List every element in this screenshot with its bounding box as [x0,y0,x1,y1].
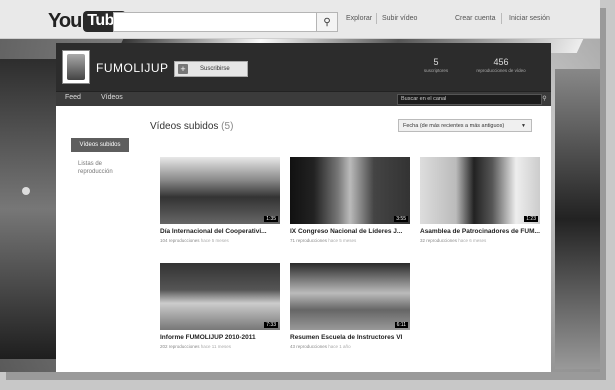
stat-value: 5 [433,57,439,67]
upload-age: hace 11 meses [200,344,231,349]
tab-videos[interactable]: Vídeos [101,94,123,101]
top-bar: You Tube ⚲ Explorar Subir vídeo Crear cu… [0,0,600,39]
search-button[interactable]: ⚲ [316,12,338,32]
duration-badge: 1:35 [264,216,278,222]
sort-dropdown[interactable]: Fecha (de más recientes a más antiguos) … [398,119,532,132]
upload-age: hace 5 meses [200,238,229,243]
video-item[interactable]: 6:11 Resumen Escuela de Instructores VI … [290,263,410,349]
video-title[interactable]: Informe FUMOLIJUP 2010-2011 [160,334,280,342]
upload-age: hace 5 meses [328,238,357,243]
upload-link[interactable]: Subir vídeo [382,15,417,22]
section-title-text: Vídeos subidos [150,121,219,132]
video-meta: 202 reproducciones hace 11 meses [160,344,280,349]
view-count: 32 reproducciones [420,238,458,243]
video-item[interactable]: 1:23 Asamblea de Patrocinadores de FUM..… [420,157,540,243]
channel-avatar[interactable] [62,50,90,84]
view-count: 71 reproducciones [290,238,328,243]
duration-badge: 3:55 [394,216,408,222]
view-count: 104 reproducciones [160,238,200,243]
sidebar-item-playlists[interactable]: Listas de reproducción [78,160,133,176]
logo-you-text: You [48,10,82,32]
video-title[interactable]: IX Congreso Nacional de Líderes J... [290,228,410,236]
video-item[interactable]: 1:35 Día Internacional del Cooperativi..… [160,157,280,243]
search-input[interactable] [113,12,319,32]
views-stat: 456 reproducciones de vídeo [466,57,536,73]
video-count: (5) [221,121,234,132]
search-icon[interactable]: ⚲ [540,94,549,104]
background-decoration [555,69,600,369]
video-thumbnail[interactable]: 3:55 [290,157,410,224]
channel-header: FUMOLIJUP + Suscribirse 5 suscriptores 4… [56,43,551,91]
channel-tabs: Feed Vídeos Buscar en el canal ⚲ [56,91,551,106]
explore-link[interactable]: Explorar [346,15,372,22]
stat-label: suscriptores [423,68,449,73]
sign-in-link[interactable]: Iniciar sesión [509,15,550,22]
create-account-link[interactable]: Crear cuenta [455,15,495,22]
video-meta: 104 reproducciones hace 5 meses [160,238,280,243]
section-title: Vídeos subidos (5) [150,121,233,132]
duration-badge: 1:23 [524,216,538,222]
upload-age: hace 1 año [328,344,351,349]
view-count: 202 reproducciones [160,344,200,349]
tab-feed[interactable]: Feed [65,94,81,101]
video-item[interactable]: 3:55 IX Congreso Nacional de Líderes J..… [290,157,410,243]
video-meta: 43 reproducciones hace 1 año [290,344,410,349]
video-meta: 71 reproducciones hace 5 meses [290,238,410,243]
subscribe-label: Suscribirse [200,66,230,72]
search-icon: ⚲ [323,16,331,28]
view-count: 43 reproducciones [290,344,328,349]
chevron-down-icon: ▼ [521,123,526,129]
background-decoration [22,187,30,195]
sort-label: Fecha (de más recientes a más antiguos) [403,123,505,129]
upload-age: hace 6 meses [458,238,487,243]
duration-badge: 7:33 [264,322,278,328]
divider [501,13,502,24]
channel-panel: FUMOLIJUP + Suscribirse 5 suscriptores 4… [56,43,551,372]
video-title[interactable]: Día Internacional del Cooperativi... [160,228,280,236]
background-decoration [0,59,60,359]
video-thumbnail[interactable]: 1:23 [420,157,540,224]
video-item[interactable]: 7:33 Informe FUMOLIJUP 2010-2011 202 rep… [160,263,280,349]
sidebar-item-uploaded[interactable]: Vídeos subidos [71,138,129,152]
video-title[interactable]: Asamblea de Patrocinadores de FUM... [420,228,540,236]
stat-label: reproducciones de vídeo [476,68,526,73]
avatar-image [67,54,85,80]
subscribers-stat: 5 suscriptores [416,57,456,73]
subscribe-button[interactable]: + Suscribirse [174,61,248,77]
video-thumbnail[interactable]: 6:11 [290,263,410,330]
channel-search-input[interactable]: Buscar en el canal [397,94,542,105]
stat-value: 456 [493,57,509,67]
video-title[interactable]: Resumen Escuela de Instructores VI [290,334,410,342]
video-thumbnail[interactable]: 7:33 [160,263,280,330]
screenshot-frame: You Tube ⚲ Explorar Subir vídeo Crear cu… [0,0,600,372]
divider [376,13,377,24]
video-meta: 32 reproducciones hace 6 meses [420,238,540,243]
channel-name[interactable]: FUMOLIJUP [96,61,169,75]
video-thumbnail[interactable]: 1:35 [160,157,280,224]
plus-icon: + [178,64,188,74]
duration-badge: 6:11 [394,322,408,328]
